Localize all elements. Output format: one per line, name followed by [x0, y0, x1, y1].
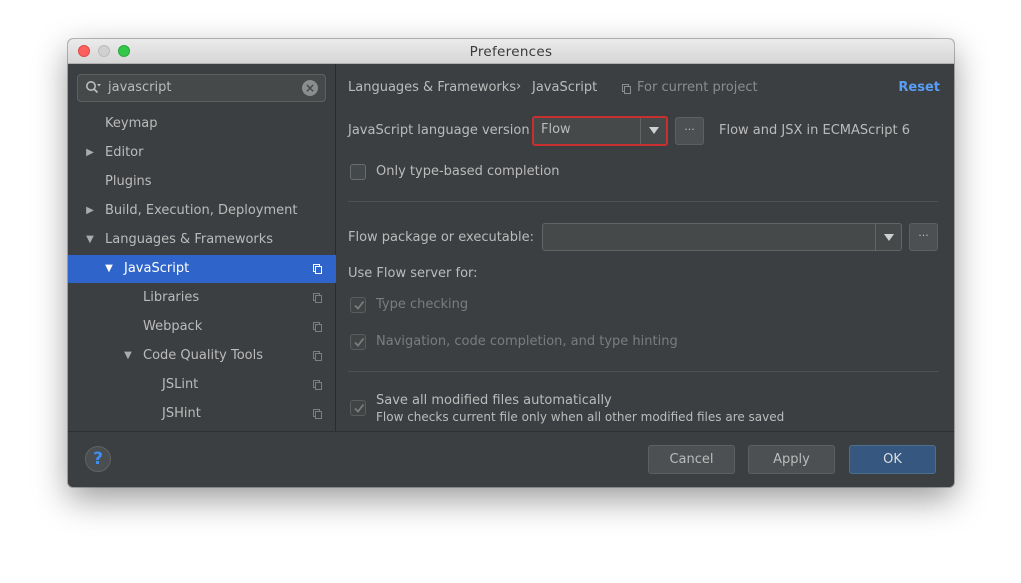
tree-item-label: Webpack — [143, 319, 203, 334]
tree-item-label: JavaScript — [124, 261, 190, 276]
project-settings-icon — [313, 351, 322, 361]
checkmark-icon — [354, 337, 365, 347]
section-divider — [348, 371, 938, 372]
apply-button[interactable]: Apply — [748, 445, 835, 474]
ok-button[interactable]: OK — [849, 445, 936, 474]
preferences-window: Preferences javascript × Keymap ▶ Editor… — [68, 39, 954, 487]
search-icon[interactable] — [85, 80, 101, 96]
tree-item-editor[interactable]: ▶ Editor — [68, 139, 336, 167]
help-button[interactable]: ? — [85, 446, 111, 472]
save-all-checkbox[interactable] — [350, 400, 366, 416]
project-settings-icon — [313, 380, 322, 390]
dropdown-arrow[interactable] — [640, 118, 666, 144]
navigation-checkbox[interactable] — [350, 334, 366, 350]
clear-search-icon[interactable]: × — [302, 80, 318, 96]
scope-label: For current project — [637, 80, 758, 95]
save-all-label[interactable]: Save all modified files automatically — [376, 393, 612, 408]
expand-arrow-icon[interactable]: ▶ — [84, 139, 96, 167]
expand-arrow-icon[interactable]: ▶ — [84, 197, 96, 225]
tree-item-label: Code Quality Tools — [143, 348, 264, 363]
flow-package-combo[interactable] — [542, 223, 902, 251]
js-version-value: Flow — [541, 122, 571, 137]
collapse-arrow-icon[interactable]: ▼ — [122, 342, 134, 370]
chevron-down-icon — [649, 127, 659, 134]
dropdown-arrow[interactable] — [875, 224, 901, 250]
search-input[interactable]: javascript — [108, 80, 171, 95]
dialog-footer: ? Cancel Apply OK — [68, 431, 954, 487]
settings-content: Languages & Frameworks › JavaScript For … — [336, 64, 954, 431]
type-checking-checkbox[interactable] — [350, 297, 366, 313]
tree-item-label: Plugins — [105, 174, 152, 189]
tree-item-keymap[interactable]: Keymap — [68, 110, 336, 138]
only-type-based-checkbox[interactable] — [350, 164, 366, 180]
project-settings-icon — [313, 322, 322, 332]
tree-item-javascript[interactable]: ▼ JavaScript — [68, 255, 336, 283]
tree-item-label: Languages & Frameworks — [105, 232, 274, 247]
tree-item-libraries[interactable]: Libraries — [68, 284, 336, 312]
title-bar: Preferences — [68, 39, 954, 64]
project-settings-icon — [313, 409, 322, 419]
project-settings-icon — [313, 264, 322, 274]
collapse-arrow-icon[interactable]: ▼ — [84, 226, 96, 254]
tree-item-languages-frameworks[interactable]: ▼ Languages & Frameworks — [68, 226, 336, 254]
tree-item-label: Editor — [105, 145, 144, 160]
breadcrumb-parent[interactable]: Languages & Frameworks — [348, 80, 516, 95]
chevron-down-icon — [884, 234, 894, 241]
tree-item-build-execution-deployment[interactable]: ▶ Build, Execution, Deployment — [68, 197, 336, 225]
tree-item-label: Keymap — [105, 116, 158, 131]
js-version-dropdown[interactable]: Flow — [532, 116, 668, 146]
js-version-more-button[interactable]: ··· — [675, 117, 704, 145]
tree-item-webpack[interactable]: Webpack — [68, 313, 336, 341]
js-version-description: Flow and JSX in ECMAScript 6 — [719, 123, 911, 138]
only-type-based-label[interactable]: Only type-based completion — [376, 164, 560, 179]
tree-item-jslint[interactable]: JSLint — [68, 371, 336, 399]
flow-package-more-button[interactable]: ··· — [909, 223, 938, 251]
tree-item-label: JSHint — [162, 406, 201, 421]
use-flow-server-label: Use Flow server for: — [348, 266, 478, 281]
breadcrumb-separator: › — [516, 79, 522, 94]
reset-link[interactable]: Reset — [898, 80, 940, 95]
save-all-note: Flow checks current file only when all o… — [376, 410, 785, 424]
section-divider — [348, 201, 938, 202]
navigation-label: Navigation, code completion, and type hi… — [376, 334, 678, 349]
tree-item-plugins[interactable]: Plugins — [68, 168, 336, 196]
tree-item-label: Libraries — [143, 290, 200, 305]
tree-item-label: Build, Execution, Deployment — [105, 203, 298, 218]
settings-sidebar: javascript × Keymap ▶ Editor Plugins ▶ B… — [68, 64, 336, 431]
breadcrumb-current: JavaScript — [532, 80, 598, 95]
js-version-label: JavaScript language version — [348, 123, 530, 138]
checkmark-icon — [354, 300, 365, 310]
settings-search-field[interactable]: javascript × — [77, 74, 326, 102]
type-checking-label: Type checking — [376, 297, 469, 312]
checkmark-icon — [354, 403, 365, 413]
project-settings-icon — [313, 293, 322, 303]
collapse-arrow-icon[interactable]: ▼ — [103, 255, 115, 283]
tree-item-jshint[interactable]: JSHint — [68, 400, 336, 428]
flow-package-label: Flow package or executable: — [348, 230, 535, 245]
cancel-button[interactable]: Cancel — [648, 445, 735, 474]
project-scope-icon — [622, 84, 631, 94]
tree-item-label: JSLint — [162, 377, 199, 392]
window-title: Preferences — [469, 44, 553, 60]
tree-item-code-quality-tools[interactable]: ▼ Code Quality Tools — [68, 342, 336, 370]
